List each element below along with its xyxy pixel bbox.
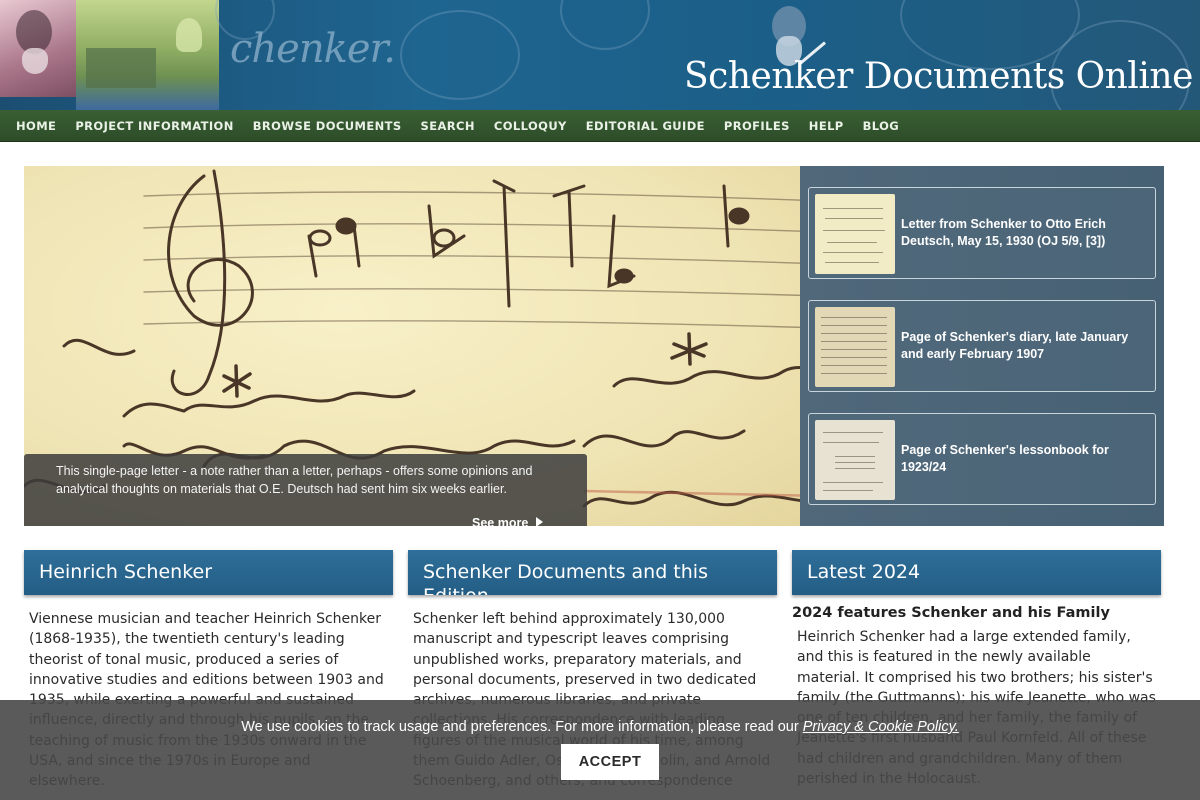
banner-flourish [560,0,650,50]
letter-thumbnail [815,194,895,274]
slide-label: Page of Schenker's lessonbook for 1923/2… [901,443,1109,474]
cookie-banner: We use cookies to track usage and prefer… [0,700,1200,800]
thumb-line [821,373,887,374]
cookie-message: We use cookies to track usage and prefer… [0,719,1200,735]
thumb-line [821,349,887,350]
thumb-line [821,325,887,326]
nav-browse-documents[interactable]: BROWSE DOCUMENTS [253,119,402,133]
thumb-line [823,208,883,209]
privacy-policy-link[interactable]: Privacy & Cookie Policy. [803,719,959,735]
thumb-line [821,333,887,334]
thumb-line [823,482,883,483]
lessonbook-thumbnail [815,420,895,500]
banner-flourish [400,10,520,100]
thumb-line [823,230,885,231]
main-nav: HOME PROJECT INFORMATION BROWSE DOCUMENT… [0,110,1200,142]
thumb-line [821,317,887,318]
nav-home[interactable]: HOME [16,119,56,133]
latest-subheading: 2024 features Schenker and his Family [792,605,1110,621]
play-arrow-icon [536,517,544,527]
photo-lamp-shape [176,18,202,52]
thumb-line [835,468,875,469]
site-banner: chenker. Schenker Documents Online [0,0,1200,110]
nav-search[interactable]: SEARCH [421,119,475,133]
nav-blog[interactable]: BLOG [863,119,900,133]
nav-project-information[interactable]: PROJECT INFORMATION [75,119,233,133]
column-heading-box: Latest 2024 [792,550,1161,595]
cookie-text: We use cookies to track usage and prefer… [241,719,799,735]
thumb-line [835,462,875,463]
slide-thumb-diary[interactable]: Page of Schenker's diary, late January a… [808,300,1156,392]
schenker-photo [0,0,76,97]
thumb-line [835,456,875,457]
photo-beard-shape [22,48,48,74]
thumb-line [823,432,883,433]
interior-photo [76,0,219,110]
nav-profiles[interactable]: PROFILES [724,119,790,133]
slide-thumb-lessonbook[interactable]: Page of Schenker's lessonbook for 1923/2… [808,413,1156,505]
thumb-line [821,365,887,366]
column-heading-box: Heinrich Schenker [24,550,393,595]
thumb-line [825,218,883,219]
thumb-line [823,490,873,491]
thumb-line [823,252,883,253]
see-more-label: See more [472,516,529,530]
nav-editorial-guide[interactable]: EDITORIAL GUIDE [586,119,705,133]
photo-piano-shape [86,48,156,88]
thumb-line [821,341,887,342]
site-title[interactable]: Schenker Documents Online [684,56,1193,97]
column-heading[interactable]: Schenker Documents and this Edition [423,560,768,595]
slide-label: Page of Schenker's diary, late January a… [901,330,1129,361]
banner-script-signature: chenker. [230,26,396,72]
slide-caption: This single-page letter - a note rather … [24,454,587,530]
thumb-line [821,357,887,358]
nav-help[interactable]: HELP [809,119,844,133]
slide-thumb-letter[interactable]: Letter from Schenker to Otto Erich Deuts… [808,187,1156,279]
thumb-line [827,242,877,243]
column-heading-box: Schenker Documents and this Edition [408,550,777,595]
see-more-link[interactable]: See more [472,516,544,530]
column-heading[interactable]: Heinrich Schenker [39,560,384,584]
diary-thumbnail [815,307,895,387]
nav-colloquy[interactable]: COLLOQUY [494,119,567,133]
caption-text: This single-page letter - a note rather … [56,464,533,496]
thumb-line [825,262,879,263]
slide-label: Letter from Schenker to Otto Erich Deuts… [901,217,1106,248]
column-heading[interactable]: Latest 2024 [807,560,1152,584]
accept-cookies-button[interactable]: ACCEPT [561,744,659,780]
thumb-line [823,442,879,443]
